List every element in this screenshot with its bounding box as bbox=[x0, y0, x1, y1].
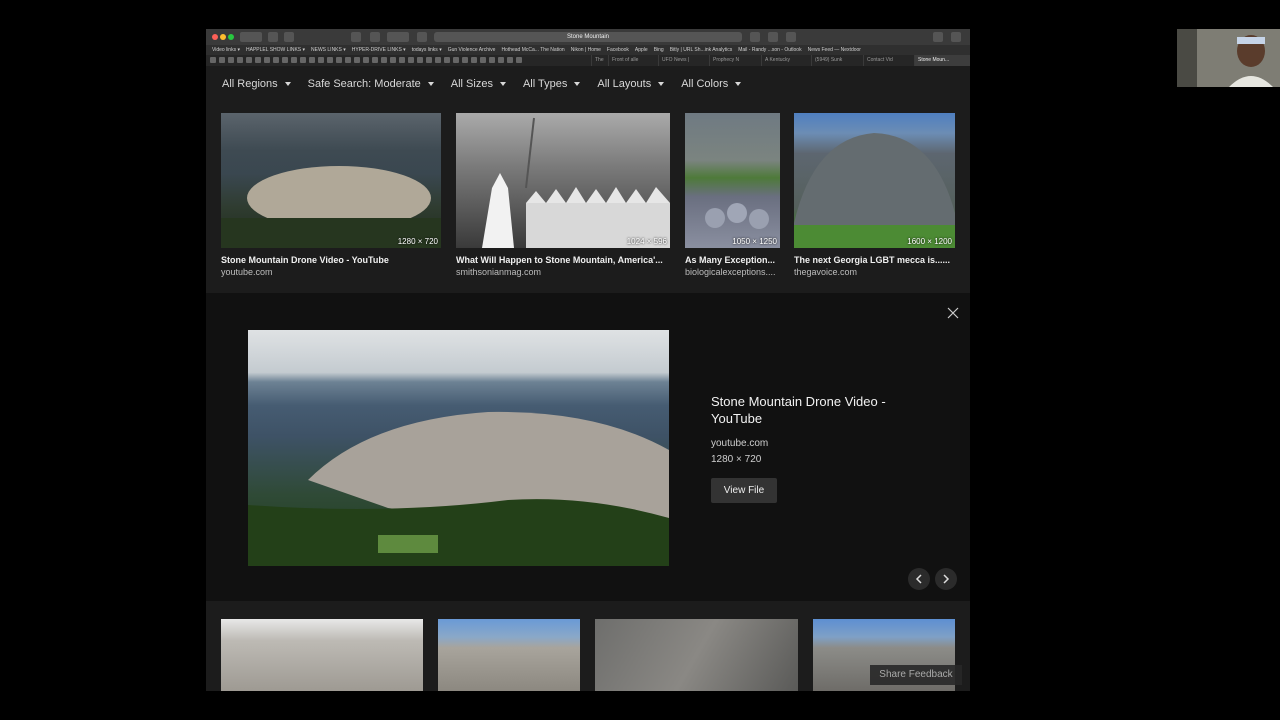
address-bar[interactable]: Stone Mountain bbox=[434, 32, 742, 42]
robed-figures-photo bbox=[482, 117, 670, 248]
result-title[interactable]: The next Georgia LGBT mecca is...... bbox=[794, 255, 955, 265]
drone-mountain-photo bbox=[248, 411, 669, 566]
bookmark-item[interactable]: Nikon | Home bbox=[571, 47, 601, 53]
browser-tab[interactable]: Prophecy N bbox=[709, 55, 761, 66]
browser-tab[interactable]: A Kentucky bbox=[761, 55, 811, 66]
caret-down-icon bbox=[284, 82, 291, 86]
result-title[interactable]: What Will Happen to Stone Mountain, Amer… bbox=[456, 255, 670, 265]
filter-label: All Sizes bbox=[450, 78, 493, 90]
caret-down-icon bbox=[499, 82, 506, 86]
filter-label: All Layouts bbox=[597, 78, 652, 90]
tab-overview-icon[interactable] bbox=[284, 32, 294, 42]
zoom-window-icon[interactable] bbox=[228, 34, 234, 40]
filter-dropdown[interactable]: All Types bbox=[522, 76, 581, 92]
result-image-7[interactable] bbox=[595, 619, 798, 691]
browser-tab[interactable]: The bbox=[591, 55, 608, 66]
bookmark-item[interactable]: NEWS LINKS ▾ bbox=[311, 47, 346, 53]
result-image-4[interactable]: 1600 × 1200 bbox=[794, 113, 955, 248]
image-size: 1024 × 596 bbox=[626, 237, 667, 246]
image-size: 1050 × 1250 bbox=[732, 237, 777, 246]
result-image-6[interactable] bbox=[438, 619, 580, 691]
shield-icon[interactable] bbox=[351, 32, 361, 42]
result-title[interactable]: As Many Exception... bbox=[685, 255, 780, 265]
close-icon[interactable] bbox=[947, 306, 959, 319]
bookmark-item[interactable]: Mail - Randy ...son - Outlook bbox=[738, 47, 801, 53]
share-icon[interactable] bbox=[768, 32, 778, 42]
carving-photo bbox=[705, 203, 769, 229]
filter-label: Safe Search: Moderate bbox=[307, 78, 421, 90]
browser-tab[interactable]: Contact Vid bbox=[863, 55, 914, 66]
result-source: biologicalexceptions.... bbox=[685, 267, 776, 277]
caret-down-icon bbox=[574, 82, 581, 86]
browser-tab[interactable]: Front of alle bbox=[608, 55, 658, 66]
caret-down-icon bbox=[735, 82, 742, 86]
download-icon[interactable] bbox=[750, 32, 760, 42]
detail-title[interactable]: Stone Mountain Drone Video - YouTube bbox=[711, 393, 931, 427]
mountain-lawn-photo bbox=[794, 133, 955, 248]
bookmarks-bar: Video links ▾ HAPPLEL SHOW LINKS ▾ NEWS LI… bbox=[206, 45, 970, 55]
title-bar: Stone Mountain bbox=[206, 29, 970, 45]
caret-down-icon bbox=[658, 82, 665, 86]
result-source: thegavoice.com bbox=[794, 267, 858, 277]
text-size-icon[interactable] bbox=[387, 32, 409, 42]
mountain-photo bbox=[221, 166, 441, 248]
bookmark-item[interactable]: HAPPLEL SHOW LINKS ▾ bbox=[246, 47, 305, 53]
webcam-person-image bbox=[1177, 29, 1280, 87]
bookmark-item[interactable]: Video links ▾ bbox=[212, 47, 240, 53]
bookmark-item[interactable]: Hothead McCa... The Nation bbox=[501, 47, 564, 53]
preview-image[interactable] bbox=[248, 330, 669, 566]
bookmark-item[interactable]: Bitly | URL Sh...ink Analytics bbox=[670, 47, 733, 53]
share-feedback-button[interactable]: Share Feedback bbox=[870, 665, 962, 685]
result-source: youtube.com bbox=[221, 267, 273, 277]
filter-dropdown[interactable]: All Layouts bbox=[597, 76, 665, 92]
result-image-1[interactable]: 1280 × 720 bbox=[221, 113, 441, 248]
filter-label: All Types bbox=[522, 78, 568, 90]
back-forward-buttons[interactable] bbox=[240, 32, 262, 42]
close-window-icon[interactable] bbox=[212, 34, 218, 40]
sidebar-icon[interactable] bbox=[268, 32, 278, 42]
bookmark-item[interactable]: Gun Violence Archive bbox=[448, 47, 496, 53]
image-size: 1280 × 720 bbox=[397, 237, 438, 246]
bookmark-item[interactable]: Bing bbox=[654, 47, 664, 53]
account-icon[interactable] bbox=[933, 32, 943, 42]
filter-label: All Regions bbox=[222, 78, 278, 90]
previous-button[interactable] bbox=[908, 568, 930, 590]
next-button[interactable] bbox=[935, 568, 957, 590]
browser-tab[interactable]: (5949) Sunk bbox=[811, 55, 863, 66]
filter-bar: All Regions Safe Search: Moderate All Size… bbox=[222, 76, 758, 92]
caret-down-icon bbox=[427, 82, 434, 86]
browser-window: Stone Mountain Video links ▾ HAPPLEL SHOW… bbox=[206, 29, 970, 691]
chevron-right-icon bbox=[943, 574, 950, 584]
filter-dropdown[interactable]: Safe Search: Moderate bbox=[308, 76, 434, 92]
result-image-5[interactable] bbox=[221, 619, 423, 691]
detail-source[interactable]: youtube.com bbox=[711, 438, 768, 449]
detail-size: 1280 × 720 bbox=[711, 454, 762, 465]
browser-tab[interactable]: UFO News | bbox=[658, 55, 709, 66]
filter-dropdown[interactable]: All Regions bbox=[222, 76, 291, 92]
filter-dropdown[interactable]: All Sizes bbox=[451, 76, 506, 92]
bookmark-item[interactable]: todays links ▾ bbox=[412, 47, 442, 53]
result-source: smithsonianmag.com bbox=[456, 267, 542, 277]
view-file-button[interactable]: View File bbox=[711, 478, 777, 503]
filter-label: All Colors bbox=[681, 78, 729, 90]
reader-icon[interactable] bbox=[417, 32, 427, 42]
extension-icon[interactable] bbox=[370, 32, 380, 42]
bookmark-item[interactable]: HYPER-DRIVE LINKS ▾ bbox=[352, 47, 406, 53]
result-title[interactable]: Stone Mountain Drone Video - YouTube bbox=[221, 255, 441, 265]
chevron-left-icon bbox=[915, 574, 922, 584]
image-size: 1600 × 1200 bbox=[907, 237, 952, 246]
new-tab-icon[interactable] bbox=[786, 32, 796, 42]
result-image-3[interactable]: 1050 × 1250 bbox=[685, 113, 780, 248]
result-image-2[interactable]: 1024 × 596 bbox=[456, 113, 670, 248]
bookmark-item[interactable]: News Feed — Nextdoor bbox=[808, 47, 861, 53]
filter-dropdown[interactable]: All Colors bbox=[681, 76, 742, 92]
browser-tab[interactable]: Stone Moun... bbox=[914, 55, 970, 66]
pinned-tab-icons[interactable] bbox=[210, 57, 525, 66]
webcam-overlay bbox=[1177, 29, 1280, 87]
bookmark-item[interactable]: Apple bbox=[635, 47, 648, 53]
menu-icon[interactable] bbox=[951, 32, 961, 42]
bookmark-item[interactable]: Facebook bbox=[607, 47, 629, 53]
tab-bar: The Front of alle UFO News | Prophecy NA Ke… bbox=[206, 55, 970, 66]
minimize-window-icon[interactable] bbox=[220, 34, 226, 40]
